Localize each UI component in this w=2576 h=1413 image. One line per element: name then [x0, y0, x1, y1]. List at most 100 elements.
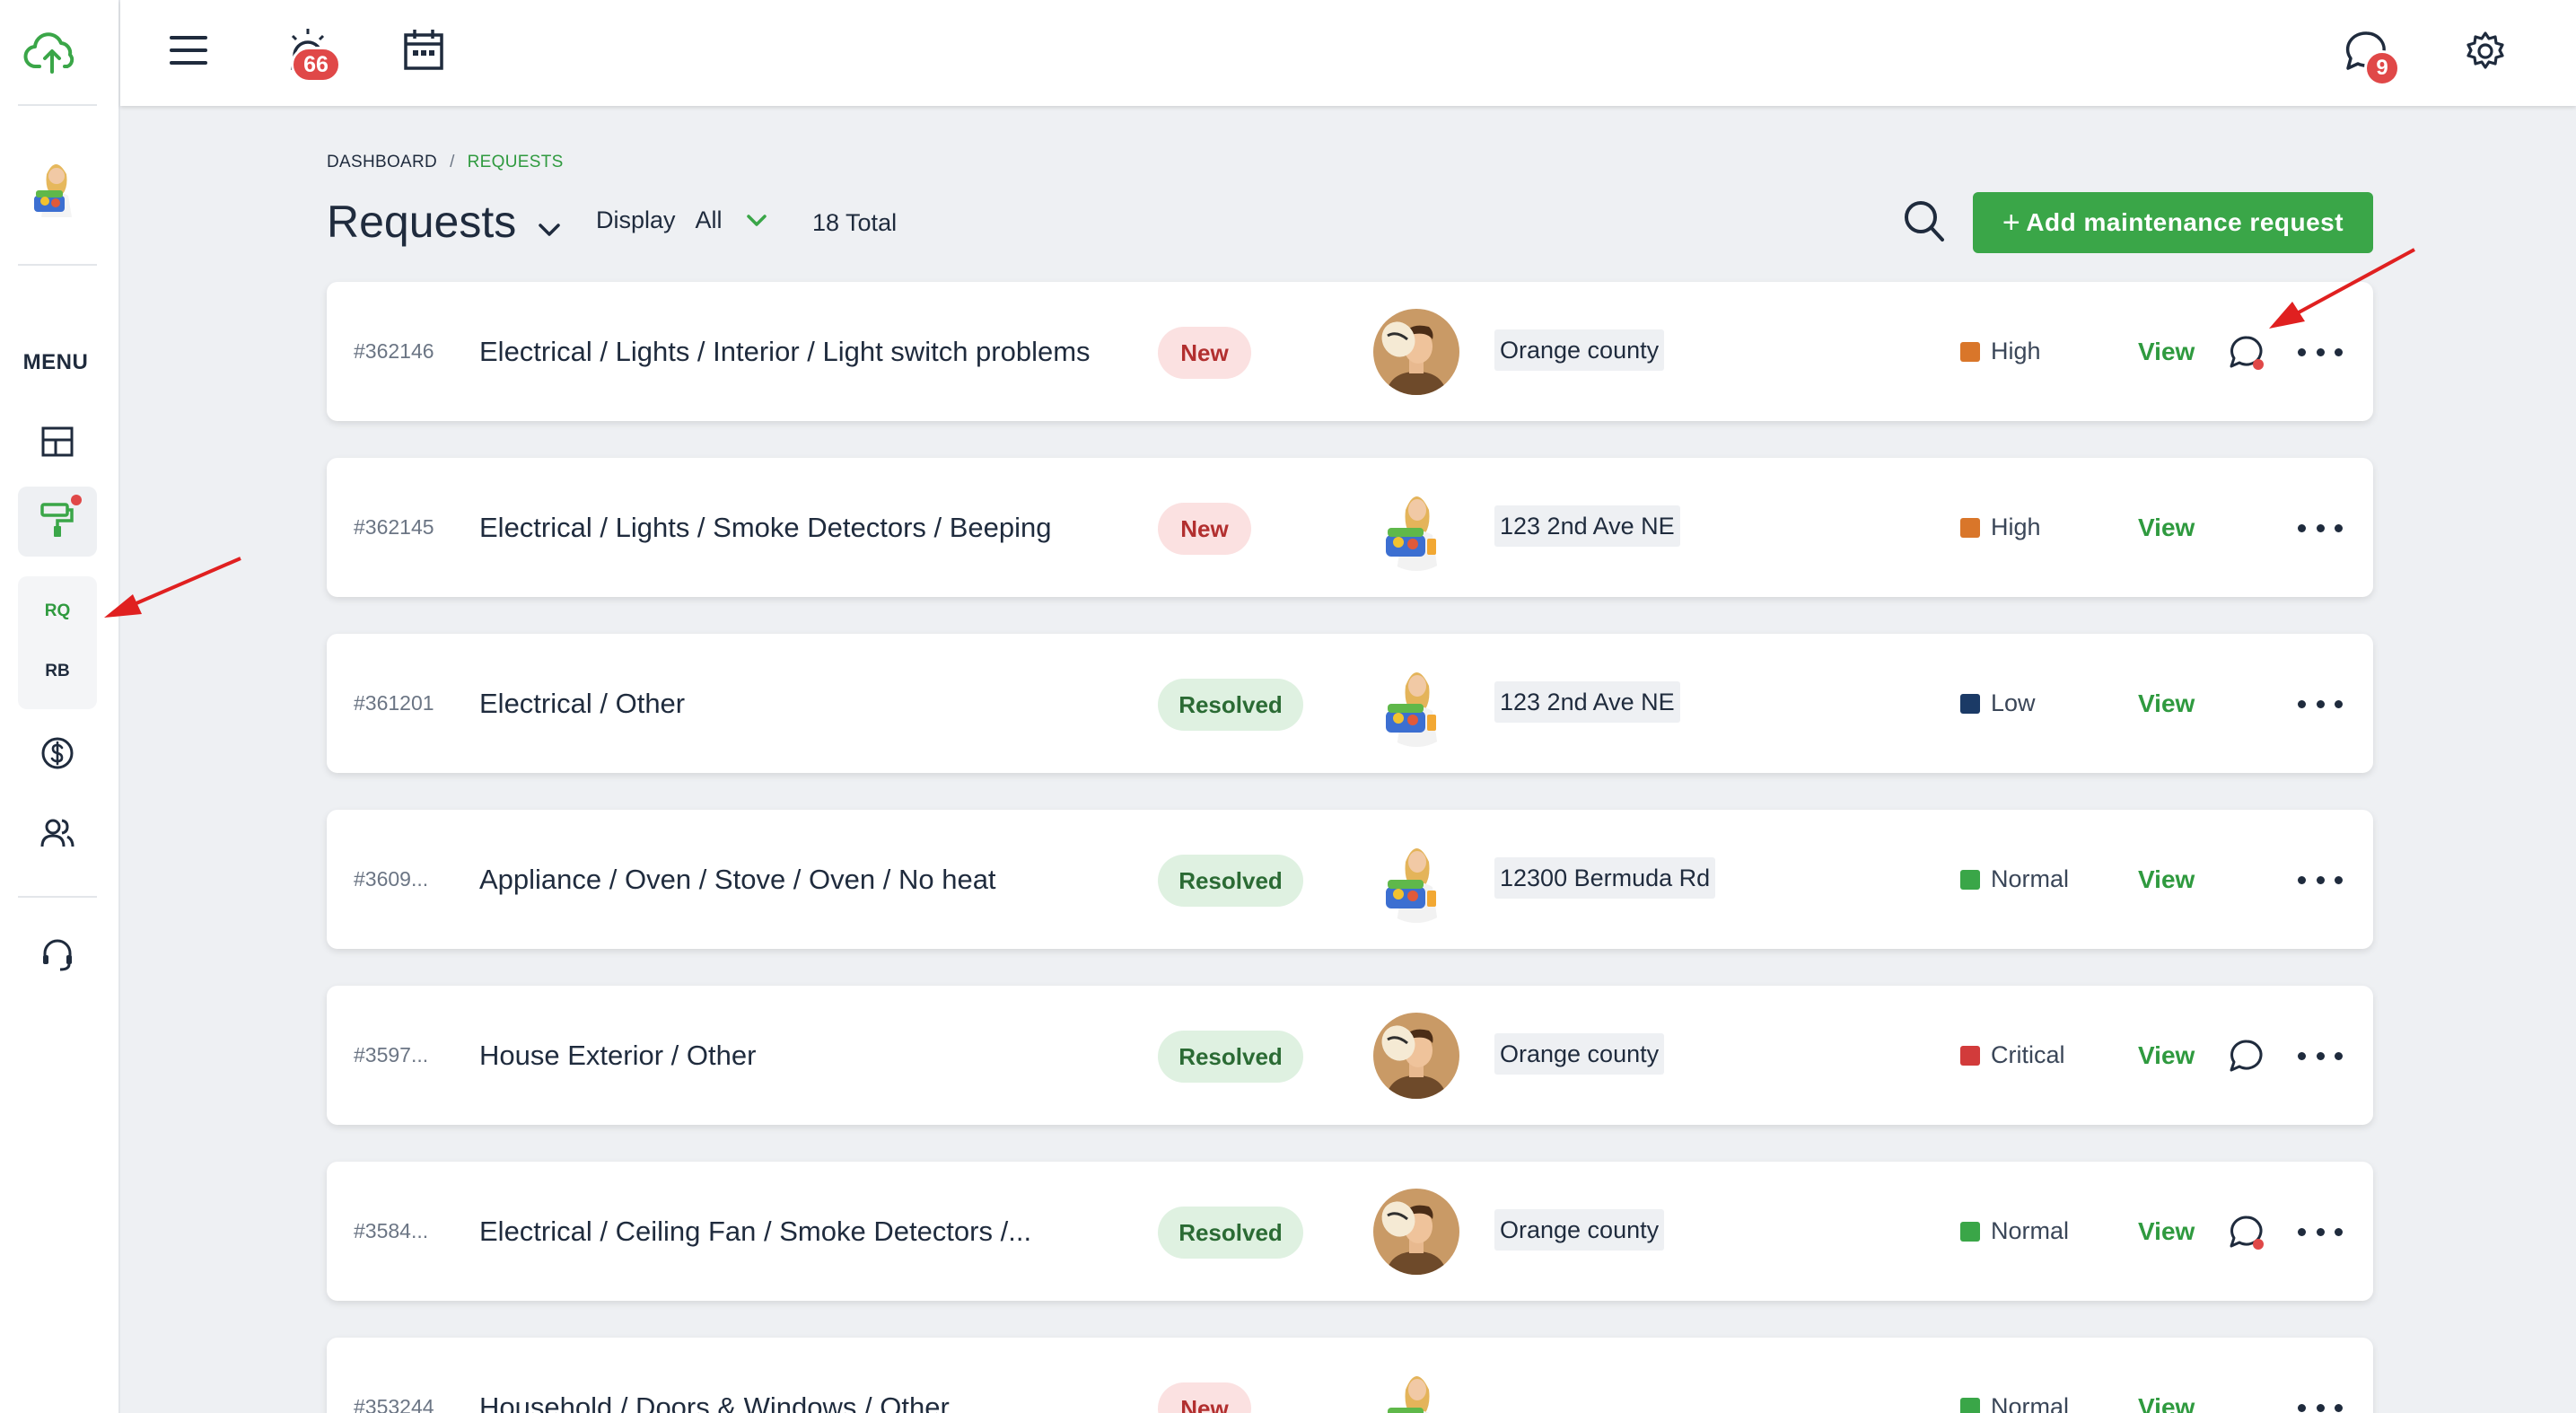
priority-square-icon	[1960, 341, 1980, 362]
priority-indicator: Low	[1960, 634, 2036, 773]
display-filter-value: All	[695, 206, 723, 233]
display-filter-dropdown[interactable]: Display All	[596, 206, 767, 234]
request-title[interactable]: Electrical / Other	[479, 634, 685, 773]
search-icon[interactable]	[1903, 199, 1946, 244]
more-options-icon[interactable]	[2298, 336, 2343, 368]
breadcrumb: DASHBOARD / REQUESTS	[327, 153, 564, 172]
page-title: Requests	[327, 197, 517, 247]
request-row[interactable]: #361201 Electrical / Other Resolved 123 2nd…	[327, 634, 2373, 773]
more-options-icon[interactable]	[2298, 1216, 2343, 1248]
request-title[interactable]: Household / Doors & Windows / Other	[479, 1338, 950, 1413]
more-options-icon[interactable]	[2298, 688, 2343, 720]
priority-label: High	[1991, 338, 2041, 364]
status-badge: Resolved	[1158, 1031, 1303, 1083]
annotation-arrow-icon	[104, 557, 241, 618]
sidebar-subitem-rb[interactable]: RB	[18, 662, 97, 681]
more-options-icon[interactable]	[2298, 1040, 2343, 1072]
view-link[interactable]: View	[2138, 1338, 2195, 1413]
display-filter-label: Display	[596, 206, 676, 233]
location-label: 123 2nd Ave NE	[1494, 505, 1680, 547]
request-id: #362146	[354, 339, 434, 363]
status-badge: Resolved	[1158, 855, 1303, 907]
plus-icon: +	[2002, 205, 2021, 240]
priority-square-icon	[1960, 1221, 1980, 1242]
request-title[interactable]: Electrical / Lights / Interior / Light s…	[479, 282, 1091, 421]
headset-support-icon[interactable]	[36, 934, 79, 977]
dollar-circle-icon[interactable]	[36, 732, 79, 775]
priority-square-icon	[1960, 1397, 1980, 1413]
request-id: #362145	[354, 515, 434, 539]
page-title-dropdown[interactable]: Requests	[327, 196, 561, 248]
total-count: 18 Total	[812, 209, 898, 236]
notification-dot	[71, 495, 82, 505]
more-options-icon[interactable]	[2298, 1391, 2343, 1413]
priority-indicator: High	[1960, 282, 2041, 421]
request-row[interactable]: #353244 Household / Doors & Windows / Oth…	[327, 1338, 2373, 1413]
location-label: 12300 Bermuda Rd	[1494, 857, 1716, 899]
assignee-avatar	[1373, 1013, 1459, 1099]
request-title[interactable]: Electrical / Lights / Smoke Detectors / …	[479, 458, 1052, 597]
location-label: 123 2nd Ave NE	[1494, 681, 1680, 723]
request-row[interactable]: #3609... Appliance / Oven / Stove / Oven …	[327, 810, 2373, 949]
priority-indicator: Normal	[1960, 1162, 2069, 1301]
chat-bubble-icon[interactable]	[2228, 1214, 2265, 1251]
request-id: #353244	[354, 1395, 434, 1413]
chevron-down-icon	[538, 196, 561, 248]
request-title[interactable]: Appliance / Oven / Stove / Oven / No hea…	[479, 810, 996, 949]
menu-label: MENU	[22, 350, 89, 374]
status-badge: Resolved	[1158, 1207, 1303, 1259]
request-row[interactable]: #3584... Electrical / Ceiling Fan / Smoke…	[327, 1162, 2373, 1301]
request-row[interactable]: #362145 Electrical / Lights / Smoke Detec…	[327, 458, 2373, 597]
unread-dot	[2253, 359, 2264, 370]
breadcrumb-separator: /	[450, 153, 455, 171]
status-badge: New	[1158, 1382, 1251, 1413]
priority-square-icon	[1960, 517, 1980, 538]
breadcrumb-current: REQUESTS	[467, 153, 564, 171]
request-row[interactable]: #362146 Electrical / Lights / Interior / …	[327, 282, 2373, 421]
priority-indicator: Critical	[1960, 986, 2065, 1125]
chat-bubble-icon[interactable]	[2228, 1038, 2265, 1075]
assignee-avatar	[1373, 661, 1459, 747]
chat-bubble-icon[interactable]	[2228, 334, 2265, 372]
view-link[interactable]: View	[2138, 458, 2195, 597]
location-label: Orange county	[1494, 329, 1665, 371]
annotation-arrow-icon	[2269, 248, 2415, 329]
request-title[interactable]: Electrical / Ceiling Fan / Smoke Detecto…	[479, 1162, 1031, 1301]
sidebar-divider	[18, 896, 97, 898]
location-label: Orange county	[1494, 1033, 1665, 1075]
more-options-icon[interactable]	[2298, 512, 2343, 544]
more-options-icon[interactable]	[2298, 864, 2343, 896]
settings-gear-icon[interactable]	[2463, 29, 2508, 74]
assignee-avatar	[1373, 485, 1459, 571]
hamburger-menu-icon[interactable]	[169, 31, 208, 70]
priority-indicator: Normal	[1960, 1338, 2069, 1413]
unread-dot	[2253, 1239, 2264, 1250]
request-id: #3597...	[354, 1043, 429, 1066]
breadcrumb-dashboard-link[interactable]: DASHBOARD	[327, 153, 437, 171]
requests-submenu	[18, 576, 97, 709]
priority-label: Normal	[1991, 1393, 2070, 1413]
sidebar-divider	[18, 264, 97, 266]
users-icon[interactable]	[36, 812, 79, 855]
priority-label: Normal	[1991, 1217, 2070, 1244]
add-button-label: Add maintenance request	[2026, 208, 2344, 236]
request-title[interactable]: House Exterior / Other	[479, 986, 756, 1125]
sidebar-subitem-rq[interactable]: RQ	[18, 601, 97, 621]
view-link[interactable]: View	[2138, 634, 2195, 773]
view-link[interactable]: View	[2138, 986, 2195, 1125]
priority-square-icon	[1960, 693, 1980, 714]
request-id: #361201	[354, 691, 434, 715]
paint-roller-icon[interactable]	[36, 499, 79, 542]
chevron-down-icon	[746, 206, 767, 234]
request-id: #3609...	[354, 867, 429, 891]
view-link[interactable]: View	[2138, 282, 2195, 421]
view-link[interactable]: View	[2138, 1162, 2195, 1301]
user-avatar[interactable]	[31, 156, 81, 223]
view-link[interactable]: View	[2138, 810, 2195, 949]
calendar-icon[interactable]	[402, 27, 445, 72]
priority-indicator: High	[1960, 458, 2041, 597]
status-badge: New	[1158, 503, 1251, 555]
dashboard-icon[interactable]	[36, 420, 79, 463]
request-row[interactable]: #3597... House Exterior / Other Resolved Or…	[327, 986, 2373, 1125]
cloud-upload-logo-icon[interactable]	[23, 27, 81, 77]
